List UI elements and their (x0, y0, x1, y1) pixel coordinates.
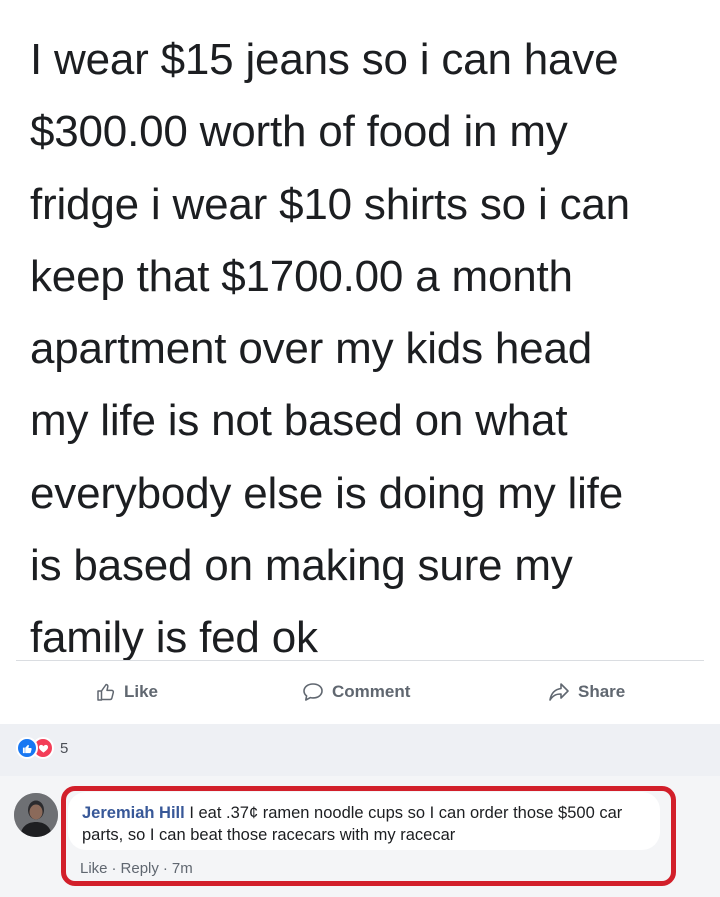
comment-author-link[interactable]: Jeremiah Hill (82, 804, 185, 822)
comment-body: Jeremiah Hill I eat .37¢ ramen noodle cu… (82, 802, 652, 846)
post-card: I wear $15 jeans so i can have $300.00 w… (0, 0, 720, 724)
share-arrow-icon (549, 683, 569, 701)
share-button[interactable]: Share (548, 682, 625, 702)
post-text: I wear $15 jeans so i can have $300.00 w… (30, 24, 702, 675)
comment-label: Comment (332, 682, 411, 701)
post-line: keep that $1700.00 a month (30, 251, 573, 301)
comment-like-link[interactable]: Like (80, 860, 108, 877)
comment-meta: Like · Reply · 7m (80, 860, 193, 877)
reaction-count: 5 (60, 739, 69, 757)
thumbs-up-icon (97, 683, 115, 701)
comment-button[interactable]: Comment (302, 682, 410, 702)
post-line: $300.00 worth of food in my (30, 107, 568, 157)
like-label: Like (124, 682, 159, 701)
post-divider (16, 660, 704, 661)
like-button[interactable]: Like (96, 682, 158, 702)
comment-timestamp[interactable]: 7m (172, 860, 193, 877)
avatar[interactable] (14, 793, 58, 837)
reactions-summary[interactable]: 5 (16, 734, 68, 762)
post-line: apartment over my kids head (30, 324, 592, 374)
post-line: I wear $15 jeans so i can have (30, 35, 619, 84)
post-line: fridge i wear $10 shirts so i can (30, 179, 630, 229)
action-bar: Like Comment Share (0, 670, 720, 720)
like-reaction-icon (16, 737, 38, 759)
post-line: family is fed ok (30, 613, 318, 663)
comment-reply-link[interactable]: Reply (121, 860, 159, 877)
post-line: my life is not based on what (30, 396, 568, 446)
share-label: Share (578, 682, 626, 701)
comment-bubble: Jeremiah Hill I eat .37¢ ramen noodle cu… (68, 792, 660, 850)
meta-separator: · (162, 860, 168, 877)
post-line: is based on making sure my (30, 541, 573, 591)
post-line: everybody else is doing my life (30, 468, 623, 518)
comment-section: Jeremiah Hill I eat .37¢ ramen noodle cu… (0, 776, 720, 897)
speech-bubble-icon (303, 683, 323, 701)
meta-separator: · (111, 860, 117, 877)
